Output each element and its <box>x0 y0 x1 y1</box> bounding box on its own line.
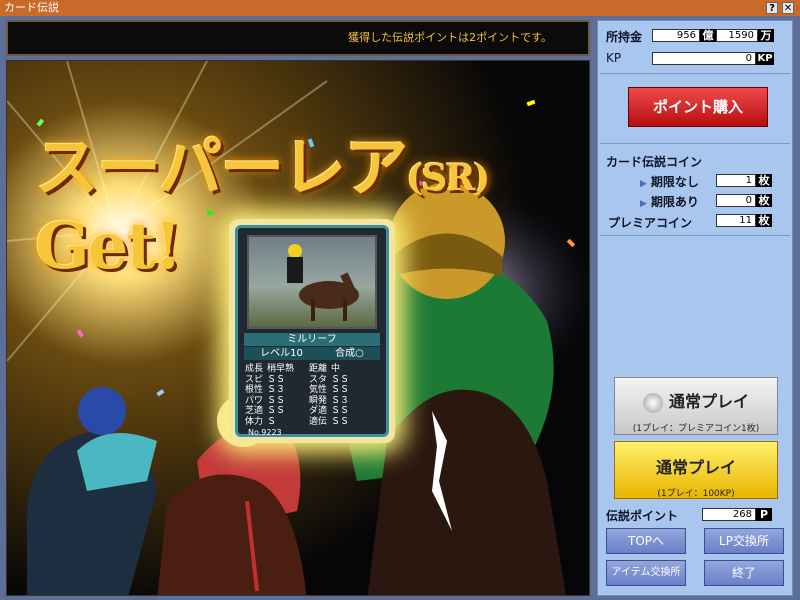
no-limit-label: 期限なし <box>650 175 699 189</box>
p-unit: P <box>756 508 772 521</box>
card-stat: 適伝 <box>309 416 328 427</box>
card-stat: スピ <box>245 374 264 385</box>
no-limit-row: ▶ 期限なし <box>640 173 699 190</box>
card-stat-value: ＳＳ <box>331 374 350 385</box>
card-stat-value: Ｓ３ <box>331 395 350 406</box>
card-stat-value: ＳＳ <box>267 374 286 385</box>
card-stat: 芝適 <box>245 406 264 416</box>
lp-exchange-button[interactable]: LP交換所 <box>704 528 784 554</box>
item-exchange-button[interactable]: アイテム交換所 <box>606 560 686 586</box>
help-button[interactable]: ? <box>766 2 778 14</box>
card-stat-value: ＳＳ <box>331 416 350 427</box>
card-stat: 成長 <box>245 364 264 374</box>
card-horse-name: ミルリーフ <box>244 333 380 346</box>
card-stat-cell: 芝適 ＳＳ <box>245 406 309 417</box>
card-stat-cell: 体力 Ｓ <box>245 417 309 428</box>
card-stat-cell: 根性 Ｓ３ <box>245 385 309 396</box>
card-number: No.9223 <box>248 428 282 437</box>
triangle-icon: ▶ <box>640 199 647 209</box>
card-level-row: レベル10 合成○ <box>244 347 380 360</box>
card-stat-cell: 距離中 <box>309 364 379 375</box>
divider <box>600 235 790 236</box>
card-stat-cell: ダ適 ＳＳ <box>309 406 379 417</box>
play-kp-label: 通常プレイ <box>655 458 736 477</box>
side-panel: 所持金 956 億 1590 万 KP 0 KP ポイント購入 カード伝説コイン… <box>597 20 793 596</box>
card-stat: パワ <box>245 395 264 406</box>
headline-text: スーパーレア <box>35 131 408 206</box>
card-stat-value: ＳＳ <box>267 406 286 416</box>
limit-row: ▶ 期限あり <box>640 193 699 210</box>
card-stat-cell: スタ ＳＳ <box>309 375 379 386</box>
card-stat: 体力 <box>245 416 264 427</box>
message-bar: 獲得した伝説ポイントは2ポイントです。 <box>6 20 590 56</box>
kp-value: 0 <box>652 52 756 65</box>
triangle-icon: ▶ <box>640 179 647 189</box>
exit-button[interactable]: 終了 <box>704 560 784 586</box>
no-limit-value: 1 <box>716 174 756 187</box>
card-photo <box>247 235 377 329</box>
card-stat-value: ＳＳ <box>331 385 350 395</box>
card-stat-cell: 適伝 ＳＳ <box>309 417 379 428</box>
horse-card: ミルリーフ レベル10 合成○ 成長 稍早熟 距離中スピ ＳＳ スタ ＳＳ 根性 Ｓ３ 気性 ＳＳ… <box>229 219 395 443</box>
card-frame: ミルリーフ レベル10 合成○ 成長 稍早熟 距離中スピ ＳＳ スタ ＳＳ 根性 Ｓ３ 気性 ＳＳ… <box>235 225 389 437</box>
card-level: レベル10 <box>260 348 303 359</box>
card-stat-cell: スピ ＳＳ <box>245 375 309 386</box>
card-stat-cell: 成長 稍早熟 <box>245 364 309 375</box>
money-oku-value: 956 <box>652 29 700 42</box>
card-stat-value: 中 <box>331 364 341 374</box>
play-premium-note: (1プレイ：プレミアコイン1枚) <box>632 423 760 434</box>
card-stat: 気性 <box>309 385 328 395</box>
window-title: カード伝説 <box>4 1 59 14</box>
oku-unit: 億 <box>700 29 716 42</box>
headline-sr: (SR) <box>406 157 490 199</box>
mai-unit: 枚 <box>756 194 772 207</box>
card-stat: ダ適 <box>309 406 328 416</box>
kp-label: KP <box>606 51 622 65</box>
money-man-value: 1590 <box>716 29 758 42</box>
limit-value: 0 <box>716 194 756 207</box>
card-stat: 距離 <box>309 364 328 374</box>
premium-value: 11 <box>716 214 756 227</box>
card-stat-value: Ｓ３ <box>267 385 286 395</box>
play-kp-note: (1プレイ：100KP) <box>657 489 735 499</box>
legend-points-label: 伝説ポイント <box>606 509 679 523</box>
divider <box>600 143 790 144</box>
card-stat-value: 稍早熟 <box>267 364 295 374</box>
mai-unit: 枚 <box>756 214 772 227</box>
money-label: 所持金 <box>606 30 643 44</box>
limit-label: 期限あり <box>650 195 699 209</box>
coin-title: カード伝説コイン <box>606 155 703 169</box>
card-stat-cell: 瞬発 Ｓ３ <box>309 396 379 407</box>
card-stat-value: Ｓ <box>267 416 277 427</box>
play-premium-label: 通常プレイ <box>668 392 749 411</box>
mai-unit: 枚 <box>756 174 772 187</box>
card-stat: 根性 <box>245 385 264 395</box>
top-button[interactable]: TOPへ <box>606 528 686 554</box>
jockey-blue-helmet <box>78 387 126 435</box>
card-stat: スタ <box>309 374 328 385</box>
title-bar: カード伝説 ? ✕ <box>0 0 800 16</box>
coin-icon <box>642 392 663 413</box>
headline-get: Get! <box>35 209 182 284</box>
card-stat-value: ＳＳ <box>331 406 350 416</box>
card-stats: 成長 稍早熟 距離中スピ ＳＳ スタ ＳＳ 根性 Ｓ３ 気性 ＳＳ パワ ＳＳ 瞬発 Ｓ３ 芝適 ＳＳ ダ適 ＳＳ… <box>245 364 381 427</box>
play-premium-button[interactable]: 通常プレイ (1プレイ：プレミアコイン1枚) <box>614 377 778 435</box>
close-button[interactable]: ✕ <box>782 2 794 14</box>
divider <box>600 73 790 74</box>
message-text: 獲得した伝説ポイントは2ポイントです。 <box>348 31 552 44</box>
card-fusion: 合成○ <box>335 348 364 359</box>
buy-points-button[interactable]: ポイント購入 <box>628 87 768 127</box>
legend-points-value: 268 <box>702 508 756 521</box>
premium-label: プレミアコイン <box>608 216 693 230</box>
card-stat: 瞬発 <box>309 395 328 406</box>
result-scene: スーパーレア(SR) Get! ミルリーフ レベル10 合成○ 成長 稍早熟 距離中… <box>6 60 590 596</box>
kp-unit: KP <box>756 52 774 65</box>
man-unit: 万 <box>758 29 774 42</box>
play-kp-button[interactable]: 通常プレイ (1プレイ：100KP) <box>614 441 778 499</box>
card-stat-value: ＳＳ <box>267 395 286 406</box>
card-stat-cell: パワ ＳＳ <box>245 396 309 407</box>
card-stat-cell: 気性 ＳＳ <box>309 385 379 396</box>
